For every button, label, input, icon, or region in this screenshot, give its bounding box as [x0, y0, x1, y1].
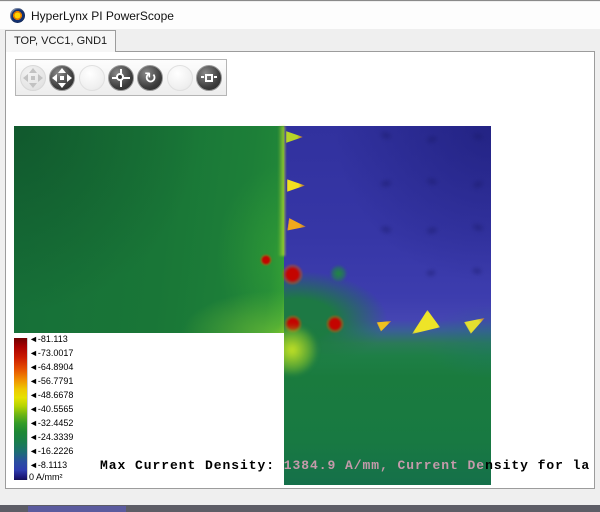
legend-label: ◄-32.4452 — [29, 418, 74, 428]
app-window: HyperLynx PI PowerScope TOP, VCC1, GND1 … — [0, 0, 600, 512]
spot-marker — [326, 315, 344, 333]
arrowR-marker — [463, 311, 488, 335]
smudge-marker — [423, 267, 439, 279]
smudge-marker — [377, 176, 395, 191]
arrowR-marker — [287, 179, 305, 192]
legend-label: ◄-24.3339 — [29, 432, 74, 442]
taskbar-sliver — [0, 505, 600, 512]
smudge-marker — [422, 174, 442, 189]
smudge-marker — [468, 219, 488, 236]
smudge-marker — [377, 222, 395, 237]
smudge-marker — [376, 127, 396, 144]
rotate-button[interactable]: ↻ — [137, 64, 164, 91]
status-prefix: Max Current Density: — [100, 458, 284, 473]
taskbar-button[interactable] — [28, 506, 126, 512]
arrowR-marker — [287, 217, 307, 234]
toolbar: ↻ — [15, 59, 227, 96]
blank-icon — [80, 66, 104, 90]
pan-arrows-button[interactable] — [49, 64, 76, 91]
blank-icon — [168, 66, 192, 90]
legend-label: ◄-56.7791 — [29, 376, 74, 386]
crosshair-button[interactable] — [107, 64, 134, 91]
status-value: 1384.9 A/mm, Current De — [283, 458, 486, 473]
pan-arrows-icon — [21, 66, 45, 90]
spot-marker — [260, 254, 272, 266]
tab-top-vcc1-gnd1[interactable]: TOP, VCC1, GND1 — [5, 30, 117, 52]
smudge-marker — [469, 129, 487, 144]
pan-arrows-button — [19, 64, 46, 91]
smudge-marker — [469, 264, 485, 278]
fit-view-button[interactable] — [196, 64, 223, 91]
gspot-marker — [330, 265, 347, 282]
legend-label: ◄-16.2226 — [29, 446, 74, 456]
legend-label: ◄-8.1113 — [29, 460, 68, 470]
status-suffix: nsity for la — [485, 458, 591, 473]
legend-label: ◄-81.113 — [29, 334, 68, 344]
smudge-marker — [423, 223, 441, 238]
legend-label: ◄-64.8904 — [29, 362, 74, 372]
legend-label: ◄-48.6678 — [29, 390, 74, 400]
title-bar: HyperLynx PI PowerScope — [0, 2, 600, 29]
legend-label: ◄-40.5565 — [29, 404, 74, 414]
blank-button — [78, 64, 105, 91]
smudge-marker — [468, 176, 488, 193]
rotate-icon: ↻ — [144, 68, 157, 87]
heatmap-canvas[interactable]: ◄-81.113 ◄-73.0017 ◄-64.8904 ◄-56.7791 ◄-48.… — [14, 126, 491, 485]
crosshair-icon — [109, 66, 133, 90]
app-logo-icon — [10, 8, 25, 23]
fit-view-icon — [197, 66, 221, 90]
color-scale-bar — [14, 338, 28, 480]
content-panel: ↻ ◄-81.113 ◄-73.0017 ◄-64.8904 ◄-56.7791 ◄-4… — [5, 51, 595, 489]
status-text: Max Current Density: 1384.9 A/mm, Curren… — [100, 458, 590, 473]
spot-marker — [282, 264, 303, 285]
arrowR-marker — [286, 131, 303, 143]
pan-arrows-icon — [50, 66, 74, 90]
smudge-marker — [422, 132, 442, 147]
arrowR-marker — [376, 316, 394, 333]
blank-button — [166, 64, 193, 91]
legend-label: ◄-73.0017 — [29, 348, 74, 358]
arrowNE-marker — [412, 310, 440, 334]
window-title: HyperLynx PI PowerScope — [31, 9, 174, 23]
legend-unit-label: 0 A/mm² — [29, 472, 63, 482]
